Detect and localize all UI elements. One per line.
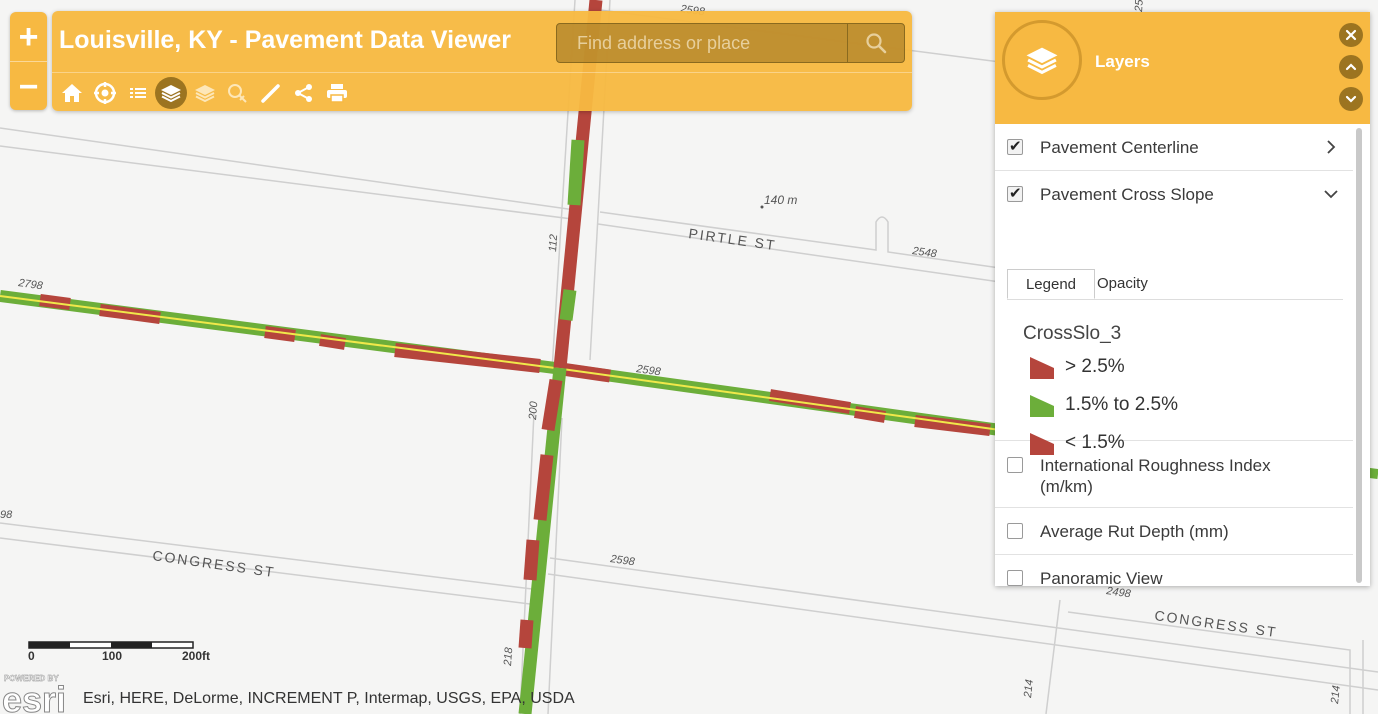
home-button[interactable] [56,78,87,108]
share-icon [294,84,312,102]
esri-logo[interactable]: POWERED BY esri [2,672,82,714]
layer-row-panoramic-view[interactable]: Panoramic View [995,555,1353,586]
layers-panel-header: Layers [995,12,1370,124]
road-segment-red [523,539,540,581]
layers-scrollbar[interactable] [1356,128,1362,583]
chevron-right-icon[interactable] [1323,139,1339,155]
legend-field-name: CrossSlo_3 [1023,323,1122,344]
address-label: 214 [1329,685,1343,706]
layer-list: Pavement Centerline Pavement Cross Slope… [995,124,1353,586]
zoom-control: + − [10,12,47,110]
address-label: 214 [1022,679,1036,700]
home-icon [61,84,82,102]
search-input[interactable] [557,24,847,62]
toolbar [56,77,354,109]
address-label: 2498 [1105,585,1133,601]
address-label: 2548 [911,245,939,261]
legend-item: > 2.5% [1029,356,1125,380]
layer-row-roughness-index[interactable]: International Roughness Index (m/km) [995,441,1353,508]
address-label: 98 [0,509,13,521]
chevron-down-icon [1345,95,1357,103]
collapse-panel-button[interactable] [1339,55,1363,79]
road-segment-green [567,139,585,206]
zoom-out-button[interactable]: − [10,62,47,111]
layers-panel-title: Layers [1095,52,1150,71]
close-panel-button[interactable] [1339,23,1363,47]
scale-label: 200ft [182,649,210,663]
distance-label: 140 m [764,193,797,207]
expand-panel-button[interactable] [1339,87,1363,111]
measure-icon [260,84,280,103]
search-icon [866,33,887,54]
layers-panel: Layers Pavement Centerline Pavement Cros… [995,12,1370,586]
share-button[interactable] [288,78,319,108]
address-label: 218 [502,646,515,667]
layer-row-rut-depth[interactable]: Average Rut Depth (mm) [995,508,1353,555]
address-label: 200 [527,400,540,421]
road-segment-red [769,389,851,414]
scale-bar: 0 100 200ft [28,641,210,663]
app-title: Louisville, KY - Pavement Data Viewer [59,26,512,54]
legend-label: > 2.5% [1065,356,1125,377]
layer-label: Panoramic View [1040,569,1163,586]
layer-label: International Roughness Index (m/km) [1040,456,1271,496]
chevron-up-icon [1345,63,1357,71]
zoom-in-button[interactable]: + [10,12,47,62]
layer-checkbox[interactable] [1007,457,1023,473]
search-box [556,23,905,63]
layers-icon [161,85,181,103]
road-segment-green [559,289,577,321]
basemap-button[interactable] [189,78,220,108]
layer-checkbox[interactable] [1007,184,1023,202]
road-segment-red [99,304,161,324]
map-attribution: Esri, HERE, DeLorme, INCREMENT P, Interm… [83,690,575,707]
legend-swatch [1030,395,1054,417]
layer-checkbox[interactable] [1007,137,1023,155]
locate-icon [93,82,116,104]
measure-button[interactable] [255,78,286,108]
address-label: 112 [547,234,560,252]
layers-panel-badge [1002,20,1082,100]
legend-item: 1.5% to 2.5% [1029,394,1178,418]
road-segment-red [541,378,563,432]
layer-checkbox[interactable] [1007,523,1023,539]
list-icon [129,88,146,98]
legend-list-button[interactable] [122,78,153,108]
layer-tabs: Legend Opacity [1007,269,1343,300]
street-label: PIRTLE ST [688,225,778,253]
esri-wordmark: esri [2,679,66,714]
layers-icon [1026,47,1058,75]
close-icon [1345,29,1357,41]
road-segment-red [533,454,554,521]
print-button[interactable] [321,78,352,108]
locate-button[interactable] [89,78,120,108]
road-segment-red [518,619,534,649]
bookmark-icon [227,84,247,103]
tab-opacity[interactable]: Opacity [1097,269,1148,299]
tab-legend[interactable]: Legend [1007,269,1095,299]
street-label: CONGRESS ST [152,547,277,580]
bookmark-button[interactable] [222,78,253,108]
street-label: CONGRESS ST [1154,607,1279,640]
header-divider [52,72,912,73]
scale-label: 0 [28,649,35,663]
scale-label: 100 [102,649,122,663]
print-icon [326,84,347,103]
layer-label: Pavement Centerline [1040,138,1199,157]
layer-checkbox[interactable] [1007,570,1023,586]
chevron-down-icon[interactable] [1323,186,1339,202]
app-header: Louisville, KY - Pavement Data Viewer [52,11,912,111]
layer-row-pavement-centerline[interactable]: Pavement Centerline [995,124,1353,171]
search-button[interactable] [847,24,904,62]
legend-swatch [1030,357,1054,379]
layers-button[interactable] [155,77,187,109]
layer-row-pavement-cross-slope[interactable]: Pavement Cross Slope Legend Opacity Cros… [995,171,1353,455]
legend-label: 1.5% to 2.5% [1065,394,1179,415]
layer-label: Average Rut Depth (mm) [1040,522,1229,541]
basemap-icon [194,85,215,103]
layer-label: Pavement Cross Slope [1040,185,1214,204]
address-label: 2798 [17,277,45,293]
